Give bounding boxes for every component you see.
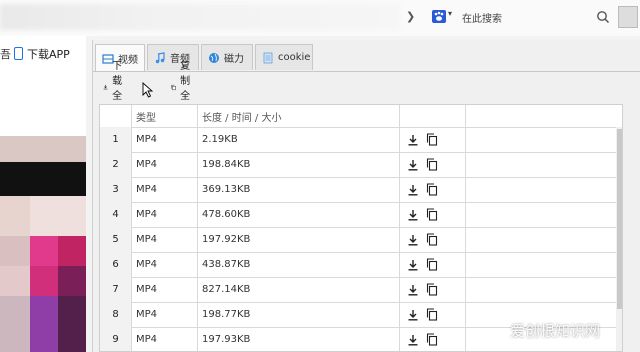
column-header-size: 长度 / 时间 / 大小	[198, 105, 400, 127]
row-size: 197.93KB	[198, 327, 400, 351]
download-app-link[interactable]: 下载APP	[0, 46, 70, 62]
copy-icon[interactable]	[426, 183, 438, 196]
watermark-text: 爱创根知识网	[510, 322, 601, 340]
tab-cookie[interactable]: cookie	[255, 44, 313, 70]
scroll-thumb[interactable]	[617, 129, 622, 309]
row-actions	[400, 127, 466, 152]
table-row[interactable]: 3 MP4 369.13KB	[100, 177, 622, 203]
row-actions	[400, 327, 466, 351]
copy-icon[interactable]	[426, 333, 438, 346]
row-index: 1	[100, 127, 132, 152]
copy-icon[interactable]	[426, 283, 438, 296]
table-row[interactable]: 5 MP4 197.92KB	[100, 227, 622, 253]
blurred-image	[0, 136, 86, 352]
download-icon	[103, 84, 108, 90]
download-icon[interactable]	[407, 234, 419, 246]
tab-divider	[93, 71, 640, 72]
row-size: 2.19KB	[198, 127, 400, 152]
download-all-button[interactable]: 下载全部	[103, 61, 129, 117]
row-index: 7	[100, 277, 132, 302]
download-app-label: 下载APP	[27, 48, 70, 61]
copy-icon[interactable]	[426, 233, 438, 246]
download-icon[interactable]	[407, 209, 419, 221]
row-type: MP4	[132, 152, 198, 177]
row-index: 9	[100, 327, 132, 351]
row-type: MP4	[132, 227, 198, 252]
table-row[interactable]: 4 MP4 478.60KB	[100, 202, 622, 228]
row-actions	[400, 177, 466, 202]
copy-icon	[171, 84, 176, 90]
download-icon[interactable]	[407, 334, 419, 346]
browser-toolbar: ❯ ▾ 在此搜索	[0, 0, 640, 36]
row-size: 478.60KB	[198, 202, 400, 227]
row-size: 197.92KB	[198, 227, 400, 252]
row-actions	[400, 277, 466, 302]
mouse-cursor-icon	[142, 82, 154, 98]
copy-all-button[interactable]: 复制全部	[171, 61, 197, 117]
download-icon[interactable]	[407, 159, 419, 171]
row-index: 5	[100, 227, 132, 252]
row-size: 438.87KB	[198, 252, 400, 277]
row-actions	[400, 202, 466, 227]
tab-label: 磁力	[224, 54, 244, 65]
row-size: 827.14KB	[198, 277, 400, 302]
row-index: 4	[100, 202, 132, 227]
vertical-scrollbar[interactable]	[616, 127, 622, 351]
column-header-type: 类型	[132, 105, 198, 127]
row-type: MP4	[132, 202, 198, 227]
copy-icon[interactable]	[426, 133, 438, 146]
chevron-right-icon[interactable]: ❯	[406, 10, 415, 23]
copy-icon[interactable]	[426, 158, 438, 171]
row-type: MP4	[132, 277, 198, 302]
row-index: 6	[100, 252, 132, 277]
row-type: MP4	[132, 127, 198, 152]
row-type: MP4	[132, 302, 198, 327]
download-icon[interactable]	[407, 184, 419, 196]
table-row[interactable]: 1 MP4 2.19KB	[100, 127, 622, 153]
tab-magnet[interactable]: 磁力	[201, 44, 253, 70]
tab-label: cookie	[278, 52, 311, 63]
globe-icon	[209, 52, 219, 63]
extension-avatar[interactable]	[618, 6, 638, 28]
row-type: MP4	[132, 327, 198, 351]
download-icon[interactable]	[407, 309, 419, 321]
engine-dropdown-caret[interactable]: ▾	[448, 9, 452, 18]
row-index: 2	[100, 152, 132, 177]
column-header-index	[100, 105, 132, 127]
copy-icon[interactable]	[426, 258, 438, 271]
download-icon[interactable]	[407, 284, 419, 296]
table-header: 类型 长度 / 时间 / 大小	[100, 105, 622, 128]
search-icon[interactable]	[596, 10, 610, 24]
table-row[interactable]: 7 MP4 827.14KB	[100, 277, 622, 303]
row-index: 8	[100, 302, 132, 327]
phone-icon	[14, 47, 23, 60]
download-icon[interactable]	[407, 134, 419, 146]
search-input[interactable]: 在此搜索	[462, 10, 502, 25]
copy-icon[interactable]	[426, 308, 438, 321]
copy-icon[interactable]	[426, 208, 438, 221]
music-icon	[155, 51, 165, 63]
resource-table: 类型 长度 / 时间 / 大小 1 MP4 2.19KB 2 MP4 198.84KB 3 M…	[99, 104, 623, 352]
row-index: 3	[100, 177, 132, 202]
table-row[interactable]: 6 MP4 438.87KB	[100, 252, 622, 278]
row-size: 198.84KB	[198, 152, 400, 177]
resource-sniffer-panel: 视频 音频 磁力 cookie 下载全 复制全 类型 长度 / 时间 / 大小 …	[92, 40, 640, 352]
row-size: 198.77KB	[198, 302, 400, 327]
row-size: 369.13KB	[198, 177, 400, 202]
row-actions	[400, 252, 466, 277]
table-row[interactable]: 2 MP4 198.84KB	[100, 152, 622, 178]
row-actions	[400, 227, 466, 252]
background-page: 吾 下载APP	[0, 36, 86, 352]
row-actions	[400, 302, 466, 327]
document-icon	[263, 52, 273, 63]
row-actions	[400, 152, 466, 177]
row-type: MP4	[132, 177, 198, 202]
row-type: MP4	[132, 252, 198, 277]
search-box[interactable]: ▾ 在此搜索	[428, 6, 618, 28]
blurred-address-area	[0, 4, 400, 30]
column-header-actions	[400, 105, 466, 127]
download-icon[interactable]	[407, 259, 419, 271]
paw-icon[interactable]	[432, 10, 446, 23]
